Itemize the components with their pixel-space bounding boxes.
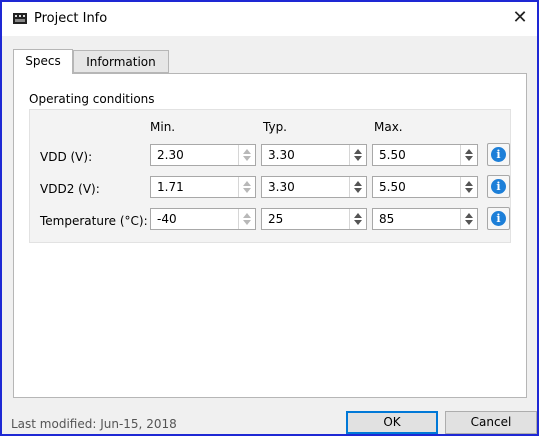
spin-arrows[interactable] [349, 145, 366, 165]
ok-button[interactable]: OK [346, 411, 438, 434]
info-icon: i [491, 211, 506, 226]
spin-arrows[interactable] [238, 145, 255, 165]
vdd-min-value: 2.30 [157, 148, 184, 162]
arrow-down-icon[interactable] [354, 220, 362, 225]
temperature-info-button[interactable]: i [487, 207, 510, 230]
vdd-max-value: 5.50 [379, 148, 406, 162]
vdd2-max-spinbox[interactable]: 5.50 [372, 176, 478, 198]
column-header-max: Max. [374, 120, 403, 134]
arrow-up-icon[interactable] [243, 213, 251, 218]
chip-icon [13, 13, 27, 24]
arrow-up-icon[interactable] [465, 181, 473, 186]
cancel-button[interactable]: Cancel [445, 411, 537, 434]
temperature-min-spinbox[interactable]: -40 [150, 208, 256, 230]
vdd-typ-spinbox[interactable]: 3.30 [261, 144, 367, 166]
arrow-down-icon[interactable] [354, 156, 362, 161]
window-title: Project Info [34, 11, 108, 26]
column-header-typ: Typ. [263, 120, 287, 134]
tab-information[interactable]: Information [73, 50, 169, 73]
spin-arrows[interactable] [238, 209, 255, 229]
vdd2-typ-spinbox[interactable]: 3.30 [261, 176, 367, 198]
tab-specs[interactable]: Specs [13, 49, 73, 74]
arrow-up-icon[interactable] [354, 181, 362, 186]
arrow-up-icon[interactable] [465, 149, 473, 154]
info-icon: i [491, 179, 506, 194]
vdd-max-spinbox[interactable]: 5.50 [372, 144, 478, 166]
project-info-dialog: Project Info ✕ Specs Information Operati… [0, 0, 539, 436]
spin-arrows[interactable] [349, 177, 366, 197]
arrow-up-icon[interactable] [354, 213, 362, 218]
title-bar[interactable]: Project Info ✕ [2, 2, 537, 36]
arrow-down-icon[interactable] [465, 156, 473, 161]
info-icon: i [491, 147, 506, 162]
vdd-min-spinbox[interactable]: 2.30 [150, 144, 256, 166]
arrow-up-icon[interactable] [243, 149, 251, 154]
spin-arrows[interactable] [460, 145, 477, 165]
arrow-down-icon[interactable] [243, 156, 251, 161]
temperature-max-spinbox[interactable]: 85 [372, 208, 478, 230]
temperature-typ-value: 25 [268, 212, 284, 226]
arrow-down-icon[interactable] [243, 220, 251, 225]
arrow-up-icon[interactable] [354, 149, 362, 154]
vdd2-label: VDD2 (V): [40, 182, 100, 196]
temperature-label: Temperature (°C): [40, 214, 148, 228]
spin-arrows[interactable] [238, 177, 255, 197]
temperature-max-value: 85 [379, 212, 395, 226]
arrow-down-icon[interactable] [243, 188, 251, 193]
temperature-typ-spinbox[interactable]: 25 [261, 208, 367, 230]
operating-conditions-title: Operating conditions [29, 92, 155, 106]
arrow-down-icon[interactable] [354, 188, 362, 193]
close-icon[interactable]: ✕ [507, 6, 533, 30]
temperature-min-value: -40 [157, 212, 177, 226]
arrow-down-icon[interactable] [465, 220, 473, 225]
vdd-label: VDD (V): [40, 150, 93, 164]
arrow-up-icon[interactable] [243, 181, 251, 186]
column-header-min: Min. [150, 120, 176, 134]
vdd2-min-spinbox[interactable]: 1.71 [150, 176, 256, 198]
vdd-info-button[interactable]: i [487, 143, 510, 166]
last-modified-status: Last modified: Jun-15, 2018 [11, 417, 177, 431]
vdd2-info-button[interactable]: i [487, 175, 510, 198]
vdd2-typ-value: 3.30 [268, 180, 295, 194]
spin-arrows[interactable] [460, 177, 477, 197]
spin-arrows[interactable] [349, 209, 366, 229]
vdd-typ-value: 3.30 [268, 148, 295, 162]
vdd2-min-value: 1.71 [157, 180, 184, 194]
vdd2-max-value: 5.50 [379, 180, 406, 194]
arrow-up-icon[interactable] [465, 213, 473, 218]
spin-arrows[interactable] [460, 209, 477, 229]
arrow-down-icon[interactable] [465, 188, 473, 193]
